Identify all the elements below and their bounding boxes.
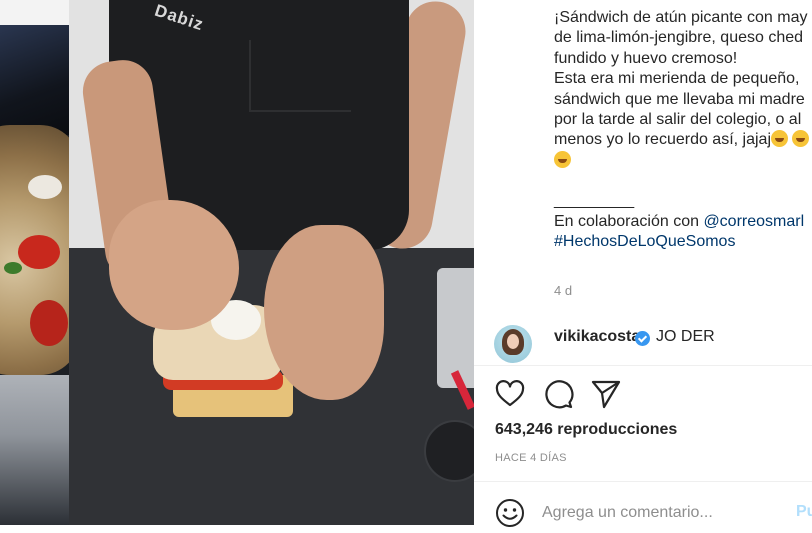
- post-video[interactable]: Dabiz: [69, 0, 474, 525]
- collab-mention-link[interactable]: @correosmarl: [703, 213, 804, 230]
- caption-line-with-emoji: menos yo lo recuerdo así, jajaj: [554, 130, 812, 150]
- hashtag-link[interactable]: #HechosDeLoQueSomos: [554, 233, 735, 250]
- post-time-ago[interactable]: HACE 4 DÍAS: [495, 452, 567, 464]
- comment-icon[interactable]: [542, 378, 574, 410]
- caption-line: por la tarde al salir del colegio, o al: [554, 111, 802, 129]
- collab-prefix: En colaboración con: [554, 212, 704, 230]
- preview-sauce: [18, 235, 60, 269]
- preview-mozzarella: [28, 175, 62, 199]
- preview-dark-area: [0, 25, 69, 135]
- caption-line: de lima-limón-jengibre, queso ched: [554, 29, 804, 47]
- previous-post-preview[interactable]: [0, 0, 69, 525]
- caption-line: ¡Sándwich de atún picante con may: [554, 9, 808, 26]
- section-divider: [474, 365, 812, 366]
- view-count[interactable]: 643,246 reproducciones: [495, 421, 677, 439]
- left-hand: [109, 200, 239, 330]
- preview-sauce-2: [30, 300, 68, 346]
- collab-line: En colaboración con @correosmarl: [554, 212, 812, 232]
- preview-lower: [0, 375, 69, 525]
- caption-line: sándwich que me llevaba mi madre: [554, 90, 805, 108]
- caption-line: fundido y huevo cremoso!: [554, 49, 738, 67]
- preview-basil: [4, 262, 22, 274]
- apron-pocket: [249, 40, 351, 112]
- comment-item: vikikacosta JO DER: [494, 323, 812, 363]
- post-comment-button[interactable]: Pu: [796, 503, 812, 521]
- paper-plane-icon[interactable]: [590, 378, 622, 410]
- verified-badge-icon: [635, 331, 650, 346]
- avatar[interactable]: [494, 325, 532, 363]
- right-hand: [264, 225, 384, 400]
- avatar-face: [507, 334, 519, 349]
- hashtag-line: #HechosDeLoQueSomos: [554, 232, 812, 252]
- post-details-panel: ¡Sándwich de atún picante con may de lim…: [474, 0, 812, 528]
- caption-separator: _________: [554, 192, 635, 210]
- section-divider: [474, 481, 812, 482]
- caption-timestamp[interactable]: 4 d: [554, 283, 572, 298]
- rofl-emoji-icon: [554, 150, 571, 168]
- rofl-emoji-icon: [771, 130, 788, 148]
- caption-emoji-line: [554, 150, 812, 171]
- heart-icon[interactable]: [494, 378, 526, 410]
- preview-top: [0, 0, 69, 25]
- comment-username[interactable]: vikikacosta: [554, 328, 640, 346]
- emoji-picker-icon[interactable]: [495, 498, 525, 528]
- action-bar: [494, 378, 694, 412]
- caption-line: Esta era mi merienda de pequeño,: [554, 70, 800, 88]
- comment-input[interactable]: [542, 501, 752, 525]
- caption-line-text: menos yo lo recuerdo así, jajaj: [554, 131, 771, 149]
- comment-text: JO DER: [656, 328, 715, 345]
- rofl-emoji-icon: [792, 130, 810, 148]
- post-caption: ¡Sándwich de atún picante con may de lim…: [554, 8, 812, 252]
